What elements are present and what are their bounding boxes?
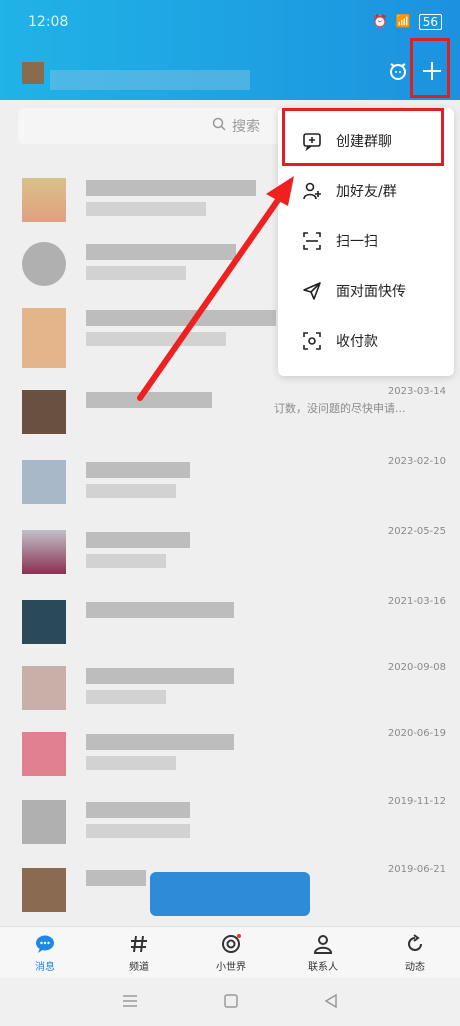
blurred-message-highlight — [150, 872, 310, 916]
tab-messages[interactable]: 消息 — [10, 933, 80, 973]
send-icon — [300, 279, 324, 303]
menu-item-label: 加好友/群 — [336, 184, 397, 200]
timestamp: 2021-03-16 — [387, 596, 446, 607]
list-item[interactable]: 2022-05-25 — [0, 520, 460, 590]
list-item[interactable]: 2020-06-19 — [0, 722, 460, 792]
contact-name-blurred — [86, 532, 190, 548]
contact-name-blurred — [86, 180, 256, 196]
menu-item-face-to-face[interactable]: 面对面快传 — [278, 266, 454, 316]
message-preview: 订数，没问题的尽快申请... — [274, 402, 406, 415]
search-icon — [212, 117, 226, 135]
contact-name-blurred — [86, 392, 212, 408]
avatar — [22, 666, 66, 710]
timestamp: 2023-02-10 — [387, 456, 446, 467]
home-icon[interactable] — [224, 993, 238, 1012]
timestamp: 2023-03-14 — [387, 386, 446, 397]
status-icons: ⏰ 📶 56 — [373, 14, 442, 30]
timestamp: 2022-05-25 — [387, 526, 446, 537]
contact-name-blurred — [86, 802, 190, 818]
avatar — [22, 460, 66, 504]
message-preview-blurred — [86, 266, 186, 280]
add-user-icon — [300, 179, 324, 203]
message-preview-blurred — [86, 484, 176, 498]
menu-item-label: 面对面快传 — [336, 284, 406, 300]
list-item[interactable]: 2023-03-14 订数，没问题的尽快申请... — [0, 380, 460, 450]
menu-item-label: 扫一扫 — [336, 234, 378, 250]
tab-label: 频道 — [129, 962, 149, 973]
status-time: 12:08 — [28, 14, 69, 30]
avatar — [22, 530, 66, 574]
tab-label: 消息 — [35, 962, 55, 973]
list-item[interactable]: 2021-03-16 — [0, 590, 460, 660]
avatar — [22, 732, 66, 776]
message-preview-blurred — [86, 690, 166, 704]
tab-moments[interactable]: 动态 — [380, 933, 450, 973]
search-placeholder: 搜索 — [232, 119, 260, 135]
contact-name-blurred — [86, 870, 146, 886]
timestamp: 2019-11-12 — [387, 796, 446, 807]
timestamp: 2019-06-21 — [387, 864, 446, 875]
avatar — [22, 308, 66, 368]
tab-label: 联系人 — [308, 962, 338, 973]
contact-name-blurred — [86, 244, 236, 260]
plus-highlight-box — [410, 38, 450, 98]
menu-item-label: 收付款 — [336, 334, 378, 350]
world-icon — [196, 933, 266, 955]
avatar — [22, 868, 66, 912]
menu-item-scan[interactable]: 扫一扫 — [278, 216, 454, 266]
header: 12:08 ⏰ 📶 56 — [0, 0, 460, 100]
contact-name-blurred — [86, 602, 234, 618]
timestamp: 2020-06-19 — [387, 728, 446, 739]
list-item[interactable]: 2023-02-10 — [0, 450, 460, 520]
back-icon[interactable] — [324, 993, 338, 1012]
message-preview-blurred — [86, 332, 226, 346]
tab-label: 动态 — [405, 962, 425, 973]
hash-icon — [104, 933, 174, 955]
avatar — [22, 800, 66, 844]
create-group-highlight-box — [282, 108, 444, 166]
status-bar: 12:08 ⏰ 📶 56 — [0, 0, 460, 40]
menu-item-add-friend[interactable]: 加好友/群 — [278, 166, 454, 216]
tab-contacts[interactable]: 联系人 — [288, 933, 358, 973]
battery-icon: 56 — [418, 14, 442, 30]
refresh-icon — [380, 933, 450, 955]
alarm-icon: ⏰ — [372, 14, 388, 28]
contact-name-blurred — [86, 310, 276, 326]
avatar — [22, 178, 66, 222]
profile-name-blurred — [50, 70, 250, 90]
message-icon — [10, 933, 80, 955]
menu-item-payment[interactable]: 收付款 — [278, 316, 454, 366]
contact-name-blurred — [86, 462, 190, 478]
list-item[interactable]: 2020-09-08 — [0, 656, 460, 726]
avatar — [22, 600, 66, 644]
message-preview-blurred — [86, 824, 190, 838]
system-nav-bar — [0, 978, 460, 1026]
tab-label: 小世界 — [216, 962, 246, 973]
search-input[interactable]: 搜索 — [18, 108, 280, 144]
tab-small-world[interactable]: 小世界 — [196, 933, 266, 973]
menu-icon[interactable] — [122, 993, 138, 1012]
tab-channels[interactable]: 频道 — [104, 933, 174, 973]
message-preview-blurred — [86, 554, 166, 568]
avatar — [22, 390, 66, 434]
contact-name-blurred — [86, 668, 234, 684]
contact-name-blurred — [86, 734, 234, 750]
avatar[interactable] — [22, 62, 44, 84]
payment-scan-icon — [300, 329, 324, 353]
message-preview-blurred — [86, 756, 176, 770]
timestamp: 2020-09-08 — [387, 662, 446, 673]
bottom-tab-bar: 消息 频道 小世界 联系人 动态 — [0, 926, 460, 979]
avatar — [22, 242, 66, 286]
contacts-icon — [288, 933, 358, 955]
message-preview-blurred — [86, 202, 206, 216]
scan-icon — [300, 229, 324, 253]
list-item[interactable]: 2019-11-12 — [0, 790, 460, 860]
wifi-icon: 📶 — [395, 14, 411, 28]
